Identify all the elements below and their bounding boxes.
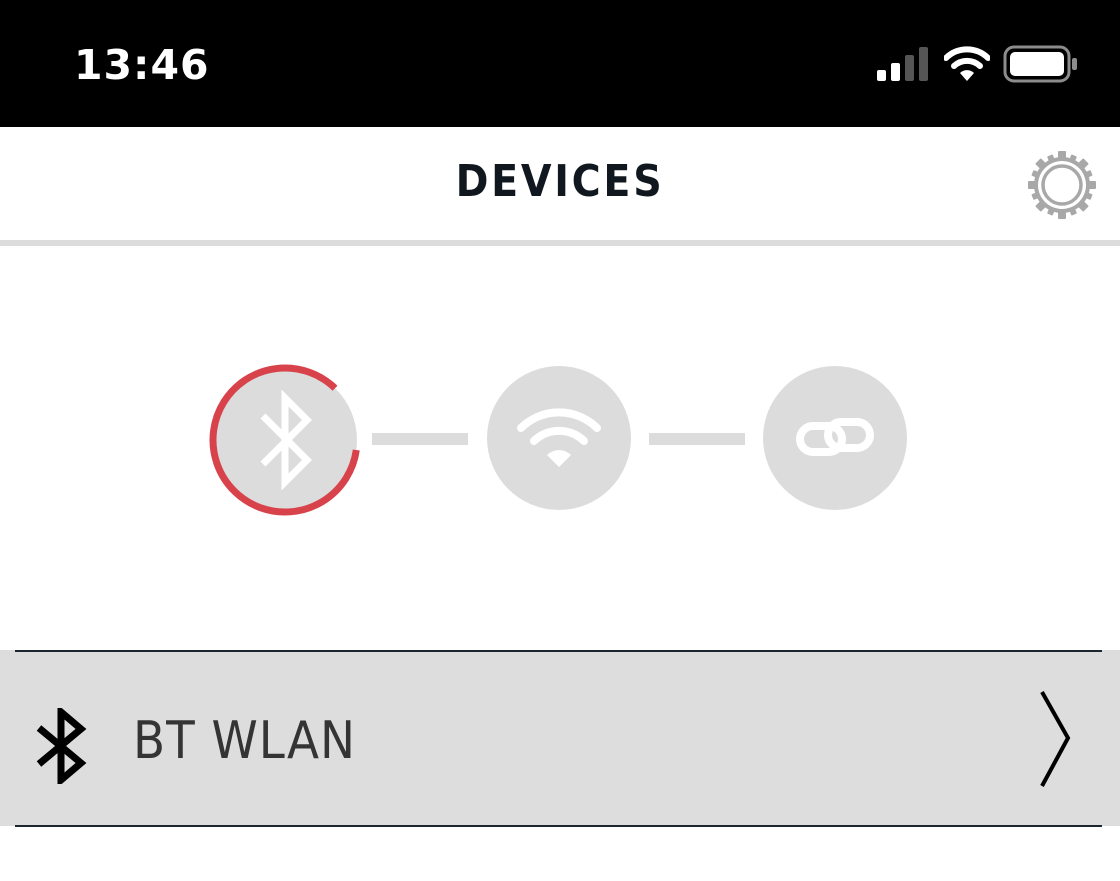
- step-connector: [372, 433, 468, 445]
- nav-header: DEVICES: [0, 127, 1120, 240]
- status-bar: 13:46: [0, 0, 1120, 127]
- chevron-right-icon: [1040, 691, 1071, 787]
- battery-icon: [1003, 45, 1077, 83]
- step-wifi: [487, 366, 631, 510]
- device-list: BT WLAN: [0, 650, 1120, 881]
- row-divider: [15, 650, 1102, 652]
- gear-icon: [1028, 151, 1096, 219]
- bluetooth-progress-ring: [209, 364, 360, 516]
- cellular-signal-icon: [877, 47, 928, 81]
- step-connector: [649, 433, 745, 445]
- link-icon: [796, 418, 874, 456]
- status-time: 13:46: [74, 41, 210, 89]
- page-title: DEVICES: [455, 156, 665, 207]
- step-link: [763, 366, 907, 510]
- settings-button[interactable]: [1027, 150, 1097, 220]
- wifi-icon: [944, 46, 990, 81]
- wifi-icon: [517, 408, 601, 467]
- device-name: BT WLAN: [133, 711, 356, 771]
- devices-screen: 13:46 DEVICES BT WLAN: [0, 0, 1120, 881]
- row-divider: [15, 825, 1102, 827]
- connection-stepper: [0, 246, 1120, 650]
- list-item[interactable]: BT WLAN: [0, 650, 1120, 827]
- bluetooth-icon: [36, 708, 87, 784]
